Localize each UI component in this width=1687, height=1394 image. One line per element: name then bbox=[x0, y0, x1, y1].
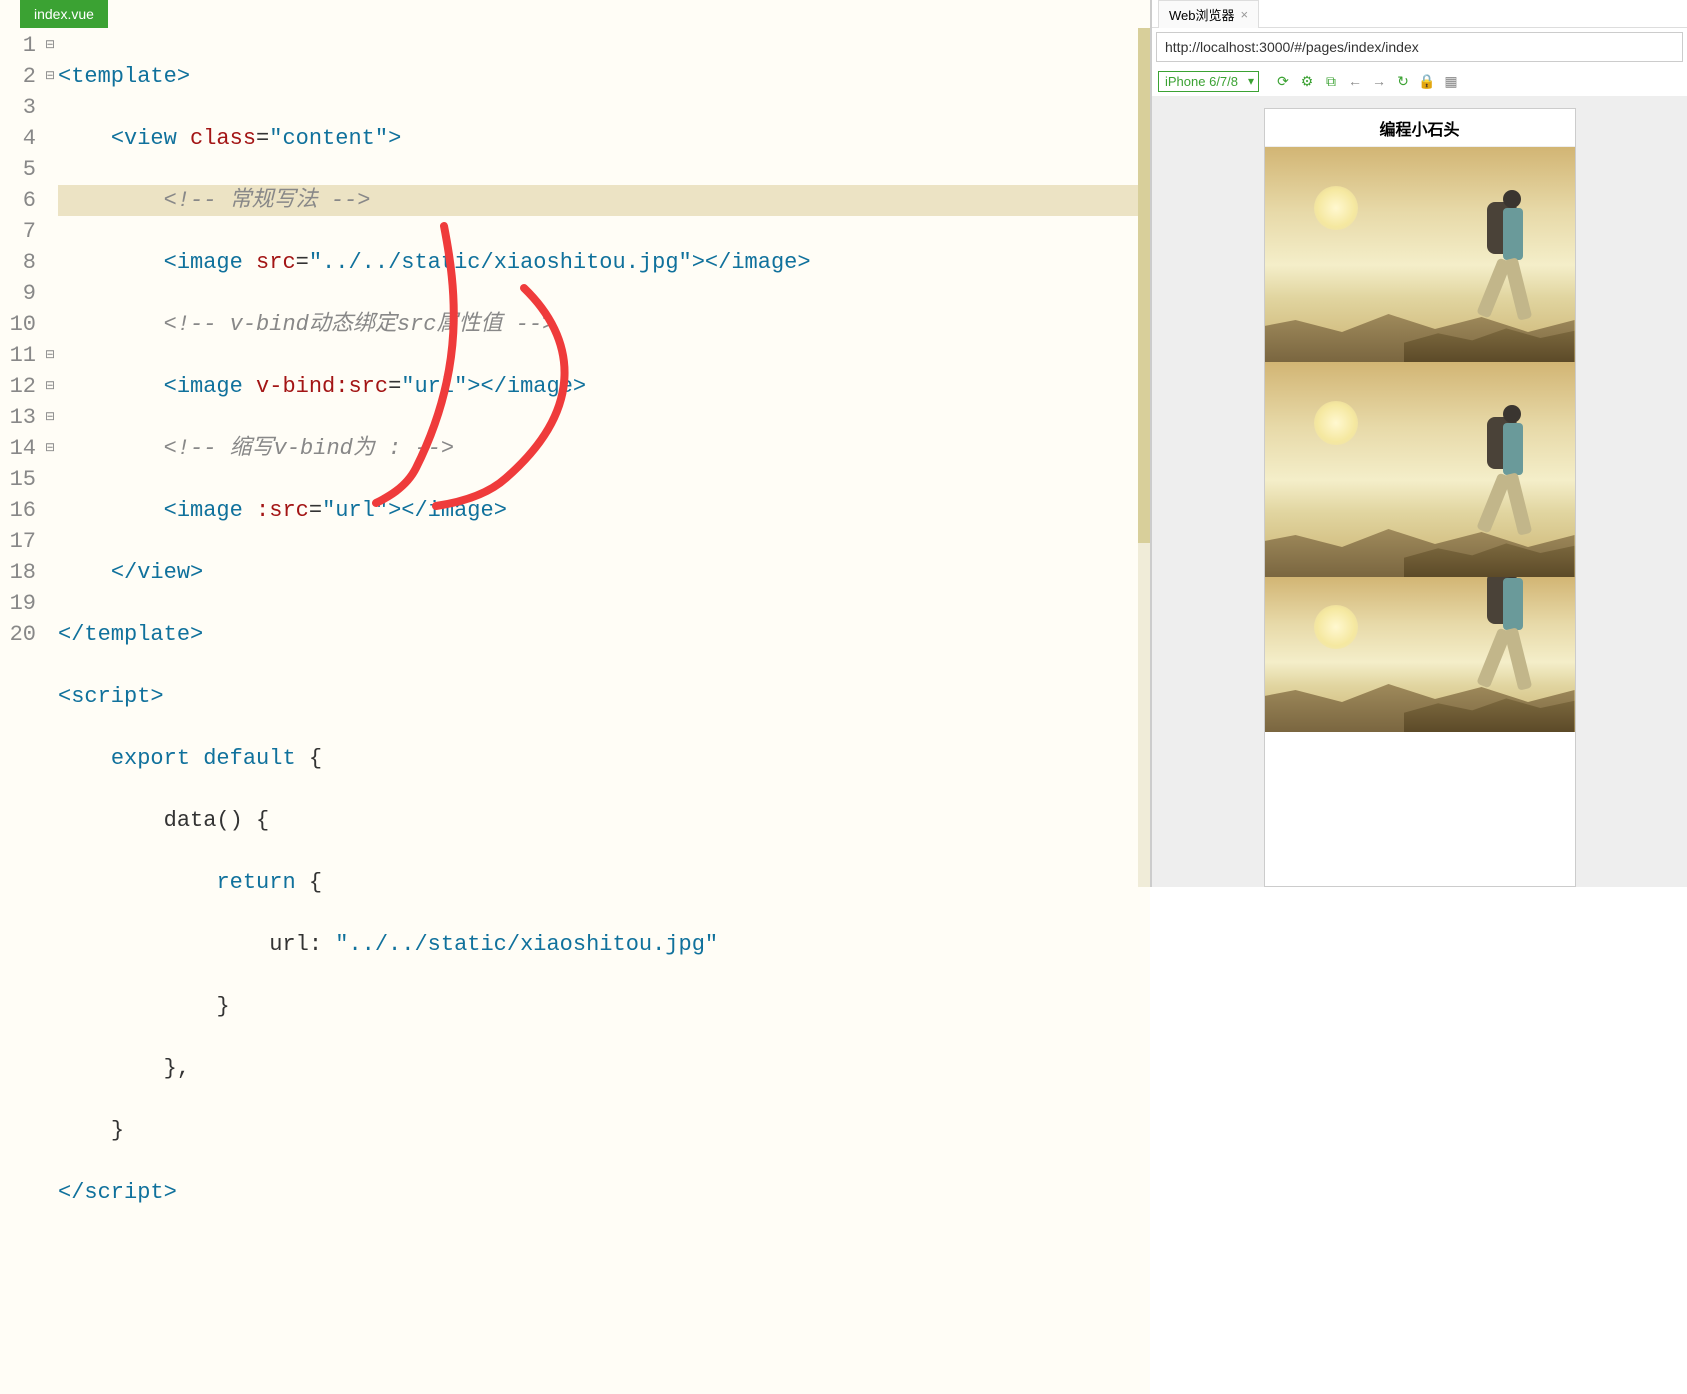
line-number: 4 bbox=[0, 123, 40, 154]
line-number: 9 bbox=[0, 278, 40, 309]
fold-marker-icon[interactable]: ⊟ bbox=[44, 61, 56, 92]
lock-icon[interactable]: 🔒 bbox=[1417, 71, 1437, 91]
line-number: 12 bbox=[0, 371, 40, 402]
line-number: 13 bbox=[0, 402, 40, 433]
line-number: 1 bbox=[0, 30, 40, 61]
preview-tab[interactable]: Web浏览器 × bbox=[1158, 0, 1259, 28]
preview-viewport: 编程小石头 bbox=[1152, 96, 1687, 887]
code-token: <template> bbox=[58, 64, 190, 89]
code-token: ></image> bbox=[388, 498, 507, 523]
code-token: { bbox=[296, 746, 322, 771]
settings-icon[interactable]: ⚙ bbox=[1297, 71, 1317, 91]
device-select[interactable]: iPhone 6/7/8 bbox=[1158, 71, 1259, 92]
preview-tab-label: Web浏览器 bbox=[1169, 5, 1235, 24]
editor-pane: index.vue 1 2 3 4 5 6 7 8 9 10 11 12 13 … bbox=[0, 0, 1151, 887]
line-number: 11 bbox=[0, 340, 40, 371]
line-number: 20 bbox=[0, 619, 40, 650]
refresh-icon[interactable]: ↻ bbox=[1393, 71, 1413, 91]
editor-tab-active[interactable]: index.vue bbox=[20, 0, 108, 28]
preview-image bbox=[1265, 577, 1575, 732]
editor-scrollbar[interactable] bbox=[1138, 28, 1150, 887]
preview-image bbox=[1265, 362, 1575, 577]
code-token: "../../static/xiaoshitou.jpg" bbox=[322, 932, 718, 957]
page-title: 编程小石头 bbox=[1265, 109, 1575, 147]
code-token: = bbox=[388, 374, 401, 399]
line-number: 3 bbox=[0, 92, 40, 123]
code-token: return bbox=[216, 870, 295, 895]
code-token: <script> bbox=[58, 684, 164, 709]
close-icon[interactable]: × bbox=[1241, 7, 1249, 22]
code-token: <!-- v-bind动态绑定src属性值 --> bbox=[164, 312, 556, 337]
line-number: 17 bbox=[0, 526, 40, 557]
code-token: > bbox=[388, 126, 401, 151]
rotate-icon[interactable]: ⟳ bbox=[1273, 71, 1293, 91]
line-gutter: 1 2 3 4 5 6 7 8 9 10 11 12 13 14 15 16 1… bbox=[0, 28, 44, 1394]
preview-image bbox=[1265, 147, 1575, 362]
code-token: } bbox=[111, 1118, 124, 1143]
code-token: export bbox=[111, 746, 190, 771]
code-token: <view bbox=[111, 126, 177, 151]
code-token: </script> bbox=[58, 1180, 177, 1205]
code-token: ></image> bbox=[467, 374, 586, 399]
code-token: "url" bbox=[401, 374, 467, 399]
code-token: <image bbox=[164, 498, 243, 523]
code-token: } bbox=[216, 994, 229, 1019]
code-editor[interactable]: 1 2 3 4 5 6 7 8 9 10 11 12 13 14 15 16 1… bbox=[0, 28, 1150, 1394]
code-token: = bbox=[309, 498, 322, 523]
code-content[interactable]: <template> <view class="content"> <!-- 常… bbox=[56, 28, 1150, 1394]
line-number: 19 bbox=[0, 588, 40, 619]
line-number: 15 bbox=[0, 464, 40, 495]
line-number: 18 bbox=[0, 557, 40, 588]
line-number: 5 bbox=[0, 154, 40, 185]
code-token: default bbox=[190, 746, 296, 771]
line-number: 6 bbox=[0, 185, 40, 216]
code-token: ></image> bbox=[692, 250, 811, 275]
device-content[interactable] bbox=[1265, 147, 1575, 886]
code-token: <image bbox=[164, 250, 243, 275]
line-number: 16 bbox=[0, 495, 40, 526]
back-icon[interactable]: ← bbox=[1345, 71, 1365, 91]
code-token: = bbox=[296, 250, 309, 275]
code-token: <!-- 缩写v-bind为 : --> bbox=[164, 436, 454, 461]
forward-icon[interactable]: → bbox=[1369, 71, 1389, 91]
code-token: { bbox=[296, 870, 322, 895]
line-number: 7 bbox=[0, 216, 40, 247]
code-token: class bbox=[177, 126, 256, 151]
preview-tab-bar: Web浏览器 × bbox=[1152, 0, 1687, 28]
code-token: { bbox=[243, 808, 269, 833]
device-frame: 编程小石头 bbox=[1264, 108, 1576, 887]
fold-marker-icon[interactable]: ⊟ bbox=[44, 402, 56, 433]
code-token: "content" bbox=[269, 126, 388, 151]
scrollbar-thumb[interactable] bbox=[1138, 28, 1150, 543]
code-token: url: bbox=[269, 932, 322, 957]
preview-toolbar: iPhone 6/7/8 ⟳ ⚙ ⧉ ← → ↻ 🔒 ▦ bbox=[1152, 66, 1687, 96]
fold-column: ⊟ ⊟ ⊟ ⊟ ⊟ ⊟ bbox=[44, 28, 56, 1394]
line-number: 14 bbox=[0, 433, 40, 464]
code-token: }, bbox=[164, 1056, 190, 1081]
line-number: 8 bbox=[0, 247, 40, 278]
code-token: :src bbox=[243, 498, 309, 523]
code-token: <!-- 常规写法 --> bbox=[164, 188, 371, 213]
fold-marker-icon[interactable]: ⊟ bbox=[44, 433, 56, 464]
code-token: = bbox=[256, 126, 269, 151]
code-token: </view> bbox=[111, 560, 203, 585]
code-token: v-bind:src bbox=[243, 374, 388, 399]
fold-marker-icon[interactable]: ⊟ bbox=[44, 340, 56, 371]
code-token: src bbox=[243, 250, 296, 275]
url-input[interactable] bbox=[1156, 32, 1683, 62]
qr-icon[interactable]: ▦ bbox=[1441, 71, 1461, 91]
code-token: <image bbox=[164, 374, 243, 399]
code-token: </template> bbox=[58, 622, 203, 647]
popout-icon[interactable]: ⧉ bbox=[1321, 71, 1341, 91]
code-token: data() bbox=[164, 808, 243, 833]
line-number: 10 bbox=[0, 309, 40, 340]
fold-marker-icon[interactable]: ⊟ bbox=[44, 371, 56, 402]
code-token: "url" bbox=[322, 498, 388, 523]
preview-pane: Web浏览器 × iPhone 6/7/8 ⟳ ⚙ ⧉ ← → ↻ 🔒 ▦ 编程… bbox=[1151, 0, 1687, 887]
line-number: 2 bbox=[0, 61, 40, 92]
editor-tab-bar: index.vue bbox=[0, 0, 1150, 28]
fold-marker-icon[interactable]: ⊟ bbox=[44, 30, 56, 61]
code-token: "../../static/xiaoshitou.jpg" bbox=[309, 250, 692, 275]
